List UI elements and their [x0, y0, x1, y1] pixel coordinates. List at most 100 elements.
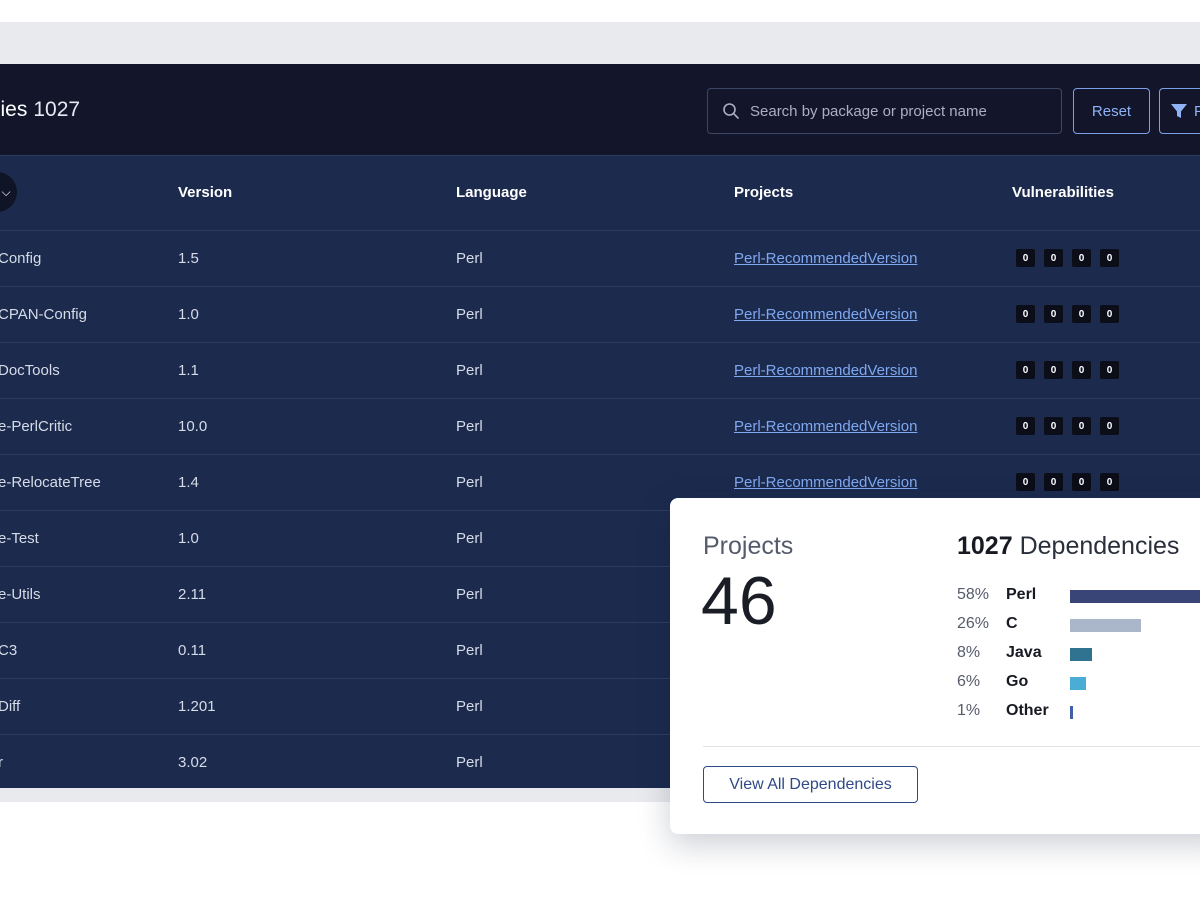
language-name: Go	[1006, 673, 1029, 690]
package-name: DocTools	[0, 362, 60, 379]
package-language: Perl	[456, 250, 483, 267]
column-header-version[interactable]: Version	[178, 184, 232, 201]
language-share-bar	[1070, 590, 1200, 603]
search-icon	[723, 103, 739, 119]
vulnerability-count-badge: 0	[1100, 417, 1119, 435]
package-language: Perl	[456, 474, 483, 491]
table-row[interactable]: e-PerlCritic 10.0 Perl Perl-RecommendedVers…	[0, 399, 1200, 455]
package-name: C3	[0, 642, 18, 659]
view-all-dependencies-button[interactable]: View All Dependencies	[703, 766, 918, 803]
vulnerability-count-badge: 0	[1016, 305, 1035, 323]
package-language: Perl	[456, 698, 483, 715]
filter-button[interactable]: F	[1159, 88, 1200, 134]
vulnerability-count-badge: 0	[1100, 473, 1119, 491]
table-row[interactable]: Config 1.5 Perl Perl-RecommendedVersion 0 0 0 0	[0, 231, 1200, 287]
package-name: e-Test	[0, 530, 39, 547]
package-language: Perl	[456, 362, 483, 379]
package-version: 1.201	[178, 698, 216, 715]
package-language: Perl	[456, 586, 483, 603]
project-link[interactable]: Perl-RecommendedVersion	[734, 418, 917, 435]
package-language: Perl	[456, 754, 483, 771]
language-percent: 58%	[957, 586, 990, 603]
table-row[interactable]: DocTools 1.1 Perl Perl-RecommendedVersion 0 0…	[0, 343, 1200, 399]
language-share-bar	[1070, 706, 1073, 719]
vulnerability-count-badge: 0	[1044, 417, 1063, 435]
summary-card: Projects 46 1027 Dependencies 58% Perl 26%…	[670, 498, 1200, 834]
language-name: Perl	[1006, 586, 1037, 603]
vulnerability-badges: 0000	[1016, 305, 1119, 323]
language-share-bar	[1070, 648, 1092, 661]
dependency-count: 1027	[33, 98, 81, 121]
project-link[interactable]: Perl-RecommendedVersion	[734, 306, 917, 323]
package-name: e-PerlCritic	[0, 418, 73, 435]
vulnerability-count-badge: 0	[1100, 361, 1119, 379]
vulnerability-count-badge: 0	[1044, 305, 1063, 323]
vulnerability-count-badge: 0	[1072, 417, 1091, 435]
table-header: ⌵ Version Language Projects Vulnerabilit…	[0, 155, 1200, 231]
project-link[interactable]: Perl-RecommendedVersion	[734, 362, 917, 379]
vulnerability-count-badge: 0	[1072, 473, 1091, 491]
language-share-bar	[1070, 619, 1141, 632]
filter-icon	[1171, 104, 1187, 118]
dependencies-heading: 1027 Dependencies	[957, 532, 1179, 561]
package-language: Perl	[456, 642, 483, 659]
package-name: e-Utils	[0, 586, 41, 603]
language-percent: 26%	[957, 615, 990, 632]
vulnerability-count-badge: 0	[1016, 417, 1035, 435]
package-version: 10.0	[178, 418, 208, 435]
column-header-projects[interactable]: Projects	[734, 184, 793, 201]
chevron-down-icon: ⌵	[1, 184, 11, 199]
column-header-vulnerabilities[interactable]: Vulnerabilities	[1012, 184, 1114, 201]
language-percent: 6%	[957, 673, 981, 690]
vulnerability-count-badge: 0	[1100, 305, 1119, 323]
projects-label: Projects	[703, 532, 794, 560]
vulnerability-badges: 0000	[1016, 417, 1119, 435]
sort-toggle[interactable]: ⌵	[0, 172, 17, 212]
search-input[interactable]	[748, 101, 1052, 121]
dependencies-label: Dependencies	[1019, 532, 1180, 560]
vulnerability-count-badge: 0	[1044, 473, 1063, 491]
package-language: Perl	[456, 530, 483, 547]
vulnerability-count-badge: 0	[1044, 249, 1063, 267]
project-link[interactable]: Perl-RecommendedVersion	[734, 474, 917, 491]
projects-count: 46	[701, 563, 777, 639]
package-name: Config	[0, 250, 42, 267]
package-language: Perl	[456, 418, 483, 435]
search-box[interactable]	[707, 88, 1062, 134]
package-version: 2.11	[178, 586, 207, 603]
package-language: Perl	[456, 306, 483, 323]
vulnerability-badges: 0000	[1016, 249, 1119, 267]
reset-button[interactable]: Reset	[1073, 88, 1150, 134]
package-version: 1.5	[178, 250, 199, 267]
vulnerability-count-badge: 0	[1072, 249, 1091, 267]
page-title: sies1027	[0, 98, 80, 122]
package-version: 0.11	[178, 642, 207, 659]
filter-label: F	[1194, 102, 1200, 120]
language-percent: 1%	[957, 702, 981, 719]
vulnerability-count-badge: 0	[1072, 361, 1091, 379]
page-title-text: sies	[0, 98, 28, 121]
package-version: 3.02	[178, 754, 208, 771]
package-name: CPAN-Config	[0, 306, 87, 323]
package-name: r	[0, 754, 3, 771]
language-percent: 8%	[957, 644, 981, 661]
package-name: e-RelocateTree	[0, 474, 101, 491]
vulnerability-count-badge: 0	[1044, 361, 1063, 379]
column-header-language[interactable]: Language	[456, 184, 527, 201]
vulnerability-count-badge: 0	[1016, 249, 1035, 267]
project-link[interactable]: Perl-RecommendedVersion	[734, 250, 917, 267]
vulnerability-badges: 0000	[1016, 473, 1119, 491]
package-name: Diff	[0, 698, 21, 715]
vulnerability-badges: 0000	[1016, 361, 1119, 379]
language-share-bar	[1070, 677, 1086, 690]
panel-header: sies1027 Reset F	[0, 64, 1200, 156]
vulnerability-count-badge: 0	[1016, 361, 1035, 379]
divider	[703, 746, 1200, 747]
table-row[interactable]: CPAN-Config 1.0 Perl Perl-RecommendedVersio…	[0, 287, 1200, 343]
package-version: 1.1	[178, 362, 199, 379]
vulnerability-count-badge: 0	[1072, 305, 1091, 323]
language-name: C	[1006, 615, 1018, 632]
package-version: 1.0	[178, 306, 199, 323]
language-name: Java	[1006, 644, 1042, 661]
vulnerability-count-badge: 0	[1100, 249, 1119, 267]
